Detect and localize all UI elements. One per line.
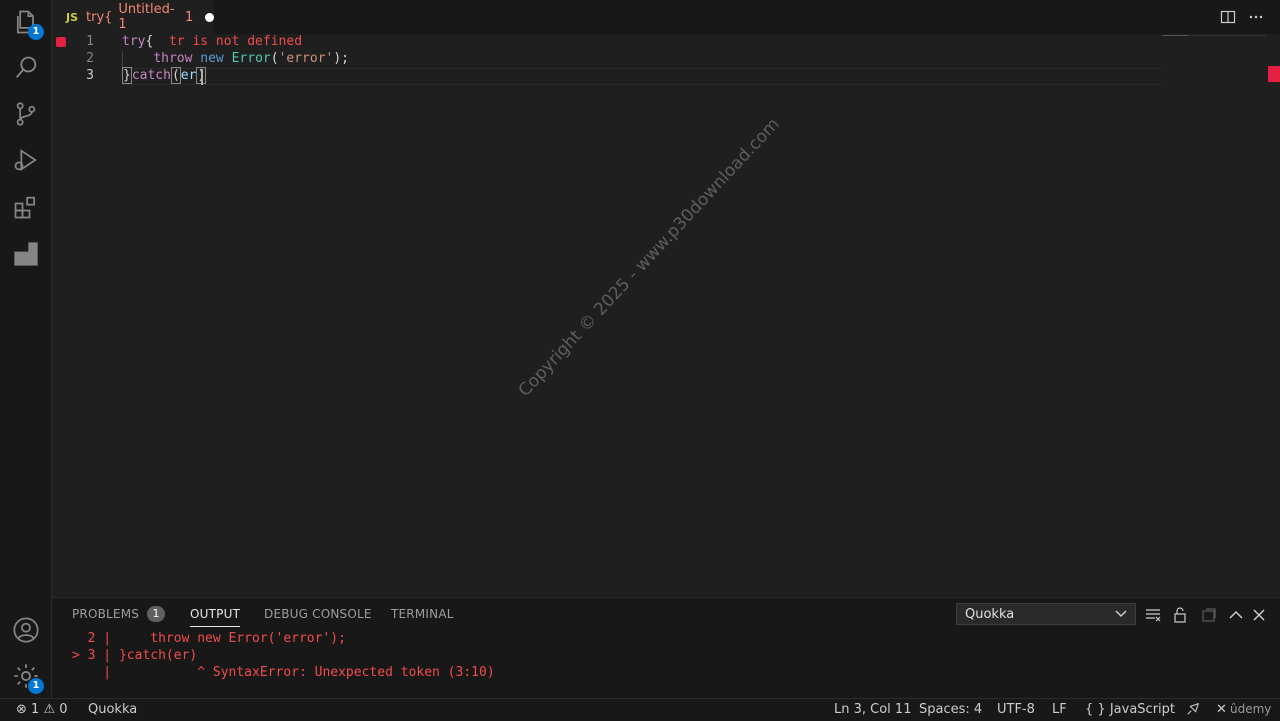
line-number: 1 [86, 34, 94, 49]
more-actions-icon[interactable] [1246, 7, 1266, 27]
minimap[interactable] [1162, 34, 1266, 44]
problems-count-badge: 1 [147, 606, 165, 622]
tab-debug-console[interactable]: DEBUG CONSOLE [264, 607, 372, 621]
tab-filename: Untitled-1 [118, 2, 175, 32]
token-new: new [200, 51, 224, 66]
language-label: JavaScript [1109, 702, 1175, 717]
extensions-icon[interactable] [10, 191, 42, 223]
status-bar: ⊗ 1 ⚠ 0 Quokka Ln 3, Col 11 Spaces: 4 UT… [0, 698, 1280, 721]
token-var: er [180, 68, 197, 83]
feedback-icon[interactable] [1186, 702, 1200, 720]
editor-tab[interactable]: JS try{ Untitled-1 1 [52, 0, 214, 34]
token-paren: ( [270, 51, 279, 66]
lock-scroll-icon[interactable] [1171, 606, 1189, 624]
tab-problem-count: 1 [184, 9, 194, 25]
warning-count: 0 [59, 702, 68, 717]
settings-badge: 1 [28, 678, 44, 694]
close-icon[interactable]: ✕ [1216, 702, 1227, 717]
token-try: try [122, 34, 146, 49]
encoding[interactable]: UTF-8 [997, 702, 1035, 717]
current-line-highlight [122, 68, 1162, 85]
output-channel-select[interactable]: Quokka [956, 603, 1136, 625]
run-debug-icon[interactable] [10, 144, 42, 176]
text-cursor [201, 69, 203, 85]
scrollbar-error-marker[interactable] [1268, 66, 1280, 82]
token-error-class: Error [231, 51, 271, 66]
clear-output-icon[interactable] [1144, 606, 1162, 624]
output-line: 2 | throw new Error('error'); [72, 631, 346, 646]
js-file-icon: JS [66, 10, 79, 24]
maximize-panel-icon[interactable] [1227, 606, 1245, 624]
error-count: 1 [31, 702, 40, 717]
token-brace: } [122, 67, 132, 84]
output-channel-label: Quokka [965, 606, 1015, 622]
tab-terminal[interactable]: TERMINAL [391, 607, 454, 621]
account-icon[interactable] [10, 614, 42, 646]
open-in-editor-icon[interactable] [1200, 606, 1218, 624]
indentation[interactable]: Spaces: 4 [919, 702, 982, 717]
warning-icon: ⚠ [43, 702, 56, 717]
bottom-panel: PROBLEMS 1 OUTPUT DEBUG CONSOLE TERMINAL… [52, 597, 1280, 699]
inline-error-message: tr is not defined [168, 34, 303, 49]
output-line: > 3 | }catch(er) [72, 648, 198, 663]
end-of-line[interactable]: LF [1052, 702, 1067, 717]
activity-bar: 1 1 [0, 0, 52, 698]
settings-gear-icon[interactable]: 1 [10, 660, 44, 694]
token-paren: ( [170, 67, 181, 84]
code-line-1: try{ tr is not defined [122, 34, 302, 49]
watermark: Copyright © 2025 - www.p30download.com [514, 114, 784, 401]
braces-icon: { } [1085, 702, 1106, 717]
explorer-icon[interactable]: 1 [10, 6, 44, 40]
udemy-logo: ûdemy [1230, 702, 1272, 716]
code-editor[interactable]: 1 2 3 try{ tr is not defined throw new E… [52, 34, 1280, 597]
cursor-position[interactable]: Ln 3, Col 11 [834, 702, 911, 717]
unsaved-dot-icon[interactable] [205, 12, 214, 22]
tab-output[interactable]: OUTPUT [190, 607, 241, 627]
token-string: 'error' [278, 51, 334, 66]
tab-bar: JS try{ Untitled-1 1 [52, 0, 1280, 34]
close-panel-icon[interactable] [1250, 606, 1268, 624]
token-throw: throw [153, 51, 193, 66]
code-line-3: }catch(er) [122, 67, 207, 84]
token-catch: catch [131, 68, 171, 83]
quokka-status[interactable]: Quokka [88, 702, 137, 717]
language-mode[interactable]: { } JavaScript [1085, 702, 1175, 717]
chevron-down-icon [1115, 607, 1127, 622]
problems-status[interactable]: ⊗ 1 ⚠ 0 [16, 702, 68, 717]
split-editor-icon[interactable] [1218, 7, 1238, 27]
line-number: 3 [86, 68, 94, 83]
search-icon[interactable] [10, 52, 42, 84]
error-icon: ⊗ [16, 702, 27, 717]
source-control-icon[interactable] [10, 98, 42, 130]
tab-symbol: try{ [86, 9, 113, 25]
tab-problems[interactable]: PROBLEMS [72, 607, 139, 621]
output-line: | ^ SyntaxError: Unexpected token (3:10) [72, 665, 495, 680]
token-brace: { [145, 34, 154, 49]
explorer-badge: 1 [28, 24, 44, 40]
quokka-icon[interactable] [10, 238, 42, 270]
line-number: 2 [86, 51, 94, 66]
token-paren-semicolon: ); [333, 51, 350, 66]
code-line-2: throw new Error('error'); [122, 51, 349, 66]
